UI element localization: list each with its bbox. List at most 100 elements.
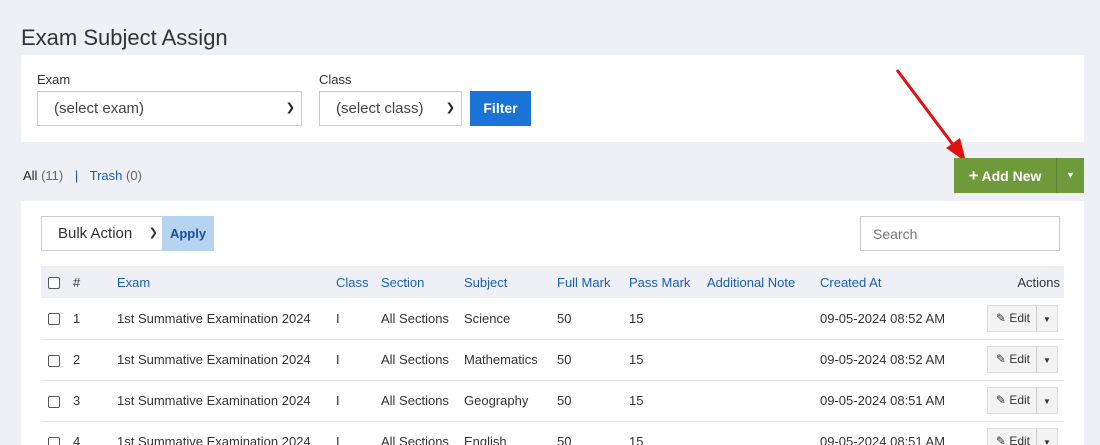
pencil-icon: ✎ <box>995 393 1006 407</box>
table-row: 1 1st Summative Examination 2024 I All S… <box>41 298 1064 340</box>
edit-label: Edit <box>1009 393 1030 407</box>
row-checkbox[interactable] <box>48 313 60 326</box>
row-exam: 1st Summative Examination 2024 <box>111 380 330 422</box>
row-section: All Sections <box>375 298 458 340</box>
edit-label: Edit <box>1009 434 1030 445</box>
edit-label: Edit <box>1009 352 1030 366</box>
row-pass-mark: 15 <box>623 380 701 422</box>
table-row: 3 1st Summative Examination 2024 I All S… <box>41 380 1064 422</box>
chevron-down-icon: ❯ <box>285 102 295 114</box>
chevron-down-icon: ❯ <box>148 227 158 239</box>
select-all-header <box>41 266 67 298</box>
pencil-icon: ✎ <box>995 352 1006 366</box>
edit-button-group: ✎ Edit ▼ <box>986 387 1058 414</box>
row-exam: 1st Summative Examination 2024 <box>111 339 330 381</box>
row-exam: 1st Summative Examination 2024 <box>111 421 330 445</box>
tab-all[interactable]: All <box>23 168 37 183</box>
exam-select[interactable]: (select exam) ❯ <box>37 91 302 126</box>
row-actions-dropdown[interactable]: ▼ <box>1037 307 1057 332</box>
row-checkbox[interactable] <box>48 354 60 367</box>
class-select[interactable]: (select class) ❯ <box>319 91 462 126</box>
row-pass-mark: 15 <box>623 339 701 381</box>
row-actions: ✎ Edit ▼ <box>951 298 1064 340</box>
row-section: All Sections <box>375 380 458 422</box>
add-new-label: Add New <box>981 168 1042 184</box>
edit-button[interactable]: ✎ Edit <box>988 429 1037 445</box>
edit-button-group: ✎ Edit ▼ <box>986 428 1058 445</box>
bulk-action-select[interactable]: Bulk Action ❯ <box>41 216 163 251</box>
edit-button[interactable]: ✎ Edit <box>988 347 1037 372</box>
row-select-cell <box>41 339 67 381</box>
tab-separator: | <box>74 168 79 183</box>
row-full-mark: 50 <box>551 380 623 422</box>
row-checkbox[interactable] <box>48 436 60 445</box>
header-number: # <box>67 266 111 298</box>
exam-select-value: (select exam) <box>54 100 145 117</box>
row-select-cell <box>41 298 67 340</box>
row-full-mark: 50 <box>551 298 623 340</box>
header-additional-note[interactable]: Additional Note <box>701 266 814 298</box>
tab-all-count: (11) <box>41 168 64 183</box>
row-actions: ✎ Edit ▼ <box>951 421 1064 445</box>
header-actions: Actions <box>951 266 1064 298</box>
row-number: 4 <box>67 421 111 445</box>
page-title: Exam Subject Assign <box>21 25 228 50</box>
header-created-at[interactable]: Created At <box>814 266 952 298</box>
header-subject[interactable]: Subject <box>458 266 551 298</box>
row-checkbox[interactable] <box>48 395 60 408</box>
header-class[interactable]: Class <box>330 266 375 298</box>
exam-subject-table: # Exam Class Section Subject Full Mark P… <box>41 266 1064 445</box>
add-new-button[interactable]: + Add New <box>954 158 1056 193</box>
edit-button-group: ✎ Edit ▼ <box>986 304 1058 332</box>
row-created-at: 09-05-2024 08:51 AM <box>814 421 952 445</box>
annotation-arrow-icon <box>895 69 966 162</box>
row-exam: 1st Summative Examination 2024 <box>111 298 330 340</box>
filter-button[interactable]: Filter <box>470 91 531 126</box>
bulk-action-value: Bulk Action <box>58 225 133 242</box>
row-note <box>701 421 814 445</box>
table-row: 2 1st Summative Examination 2024 I All S… <box>41 339 1064 381</box>
edit-label: Edit <box>1009 310 1030 325</box>
header-full-mark[interactable]: Full Mark <box>551 266 623 298</box>
row-section: All Sections <box>375 421 458 445</box>
caret-down-icon: ▼ <box>1066 170 1075 180</box>
row-note <box>701 380 814 422</box>
tab-trash[interactable]: Trash <box>90 168 123 183</box>
row-created-at: 09-05-2024 08:51 AM <box>814 380 952 422</box>
row-actions-dropdown[interactable]: ▼ <box>1037 430 1057 445</box>
row-number: 1 <box>67 298 111 340</box>
header-pass-mark[interactable]: Pass Mark <box>623 266 701 298</box>
row-pass-mark: 15 <box>623 298 701 340</box>
row-select-cell <box>41 421 67 445</box>
row-number: 3 <box>67 380 111 422</box>
row-actions-dropdown[interactable]: ▼ <box>1037 389 1057 414</box>
row-actions-dropdown[interactable]: ▼ <box>1037 348 1057 373</box>
edit-button[interactable]: ✎ Edit <box>988 305 1037 331</box>
search-input[interactable] <box>860 216 1060 251</box>
chevron-down-icon: ❯ <box>445 102 455 114</box>
edit-button[interactable]: ✎ Edit <box>988 388 1037 413</box>
select-all-checkbox[interactable] <box>48 277 60 290</box>
row-actions: ✎ Edit ▼ <box>951 380 1064 422</box>
row-select-cell <box>41 380 67 422</box>
table-header-row: # Exam Class Section Subject Full Mark P… <box>41 266 1064 298</box>
add-new-dropdown-toggle[interactable]: ▼ <box>1056 158 1084 193</box>
row-subject: English <box>458 421 551 445</box>
header-exam[interactable]: Exam <box>111 266 330 298</box>
row-subject: Geography <box>458 380 551 422</box>
class-select-value: (select class) <box>336 100 424 117</box>
row-created-at: 09-05-2024 08:52 AM <box>814 298 952 340</box>
table-panel: Bulk Action ❯ Apply # Exam Class Section… <box>21 201 1084 445</box>
table-row: 4 1st Summative Examination 2024 I All S… <box>41 421 1064 445</box>
row-full-mark: 50 <box>551 339 623 381</box>
class-label: Class <box>319 72 352 87</box>
row-note <box>701 339 814 381</box>
header-section[interactable]: Section <box>375 266 458 298</box>
status-tabs: All (11) | Trash (0) <box>23 168 142 183</box>
row-created-at: 09-05-2024 08:52 AM <box>814 339 952 381</box>
apply-button[interactable]: Apply <box>162 216 214 251</box>
row-class: I <box>330 298 375 340</box>
tab-trash-count: (0) <box>126 168 142 183</box>
row-subject: Science <box>458 298 551 340</box>
edit-button-group: ✎ Edit ▼ <box>986 346 1058 373</box>
